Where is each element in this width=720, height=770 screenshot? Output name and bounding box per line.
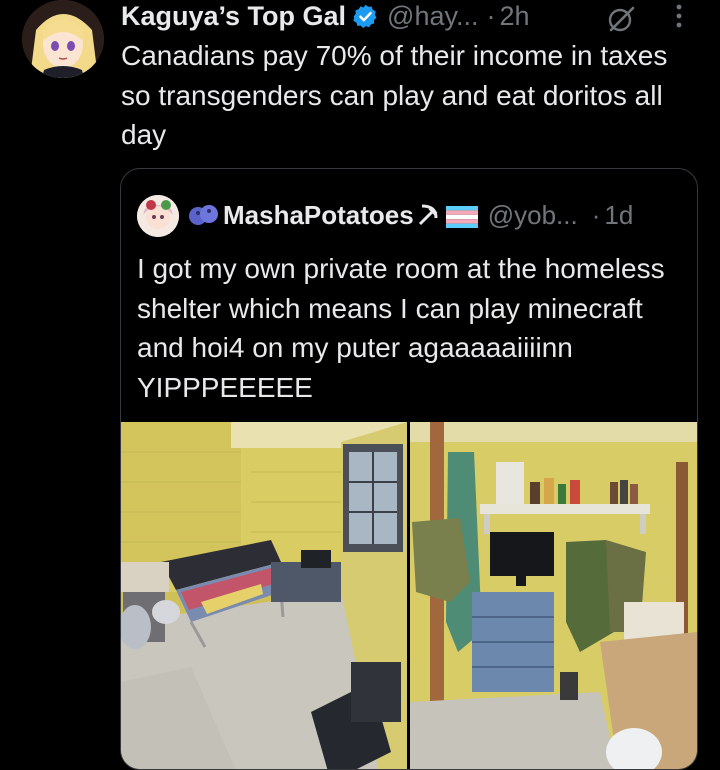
grok-icon[interactable] bbox=[606, 4, 636, 34]
author-avatar[interactable] bbox=[22, 0, 104, 78]
transgender-flag-emoji bbox=[445, 204, 478, 228]
hammer-and-sickle-emoji bbox=[416, 202, 442, 228]
anime-avatar-image bbox=[22, 0, 104, 78]
room-photo-shelf[interactable] bbox=[410, 422, 697, 769]
quoted-tweet-text: I got my own private room at the homeles… bbox=[137, 253, 665, 403]
tweet-text: Canadians pay 70% of their income in tax… bbox=[121, 40, 668, 150]
quoted-tweet-header: MashaPotatoes @yob... · 1d bbox=[187, 197, 633, 233]
quoted-avatar-image bbox=[137, 195, 179, 237]
blueberries-emoji bbox=[187, 202, 219, 228]
quoted-tweet-timestamp[interactable]: 1d bbox=[604, 200, 633, 231]
tweet-header: Kaguya’s Top Gal @hay... · 2h bbox=[121, 0, 530, 32]
quoted-author-handle[interactable]: @yob... bbox=[488, 200, 578, 231]
quoted-author-avatar[interactable] bbox=[137, 195, 179, 237]
separator-dot: · bbox=[486, 0, 496, 31]
room-photo-bed[interactable] bbox=[121, 422, 407, 769]
quoted-separator-dot: · bbox=[591, 199, 601, 230]
verified-badge-icon bbox=[352, 3, 379, 30]
more-options-icon[interactable] bbox=[664, 0, 694, 34]
author-handle[interactable]: @hay... bbox=[387, 1, 478, 32]
author-display-name[interactable]: Kaguya’s Top Gal bbox=[121, 1, 346, 32]
tweet-timestamp[interactable]: 2h bbox=[500, 1, 530, 32]
quoted-tweet-card[interactable]: MashaPotatoes @yob... · 1d I got my own … bbox=[120, 168, 698, 770]
quoted-author-display-name[interactable]: MashaPotatoes bbox=[223, 200, 414, 231]
